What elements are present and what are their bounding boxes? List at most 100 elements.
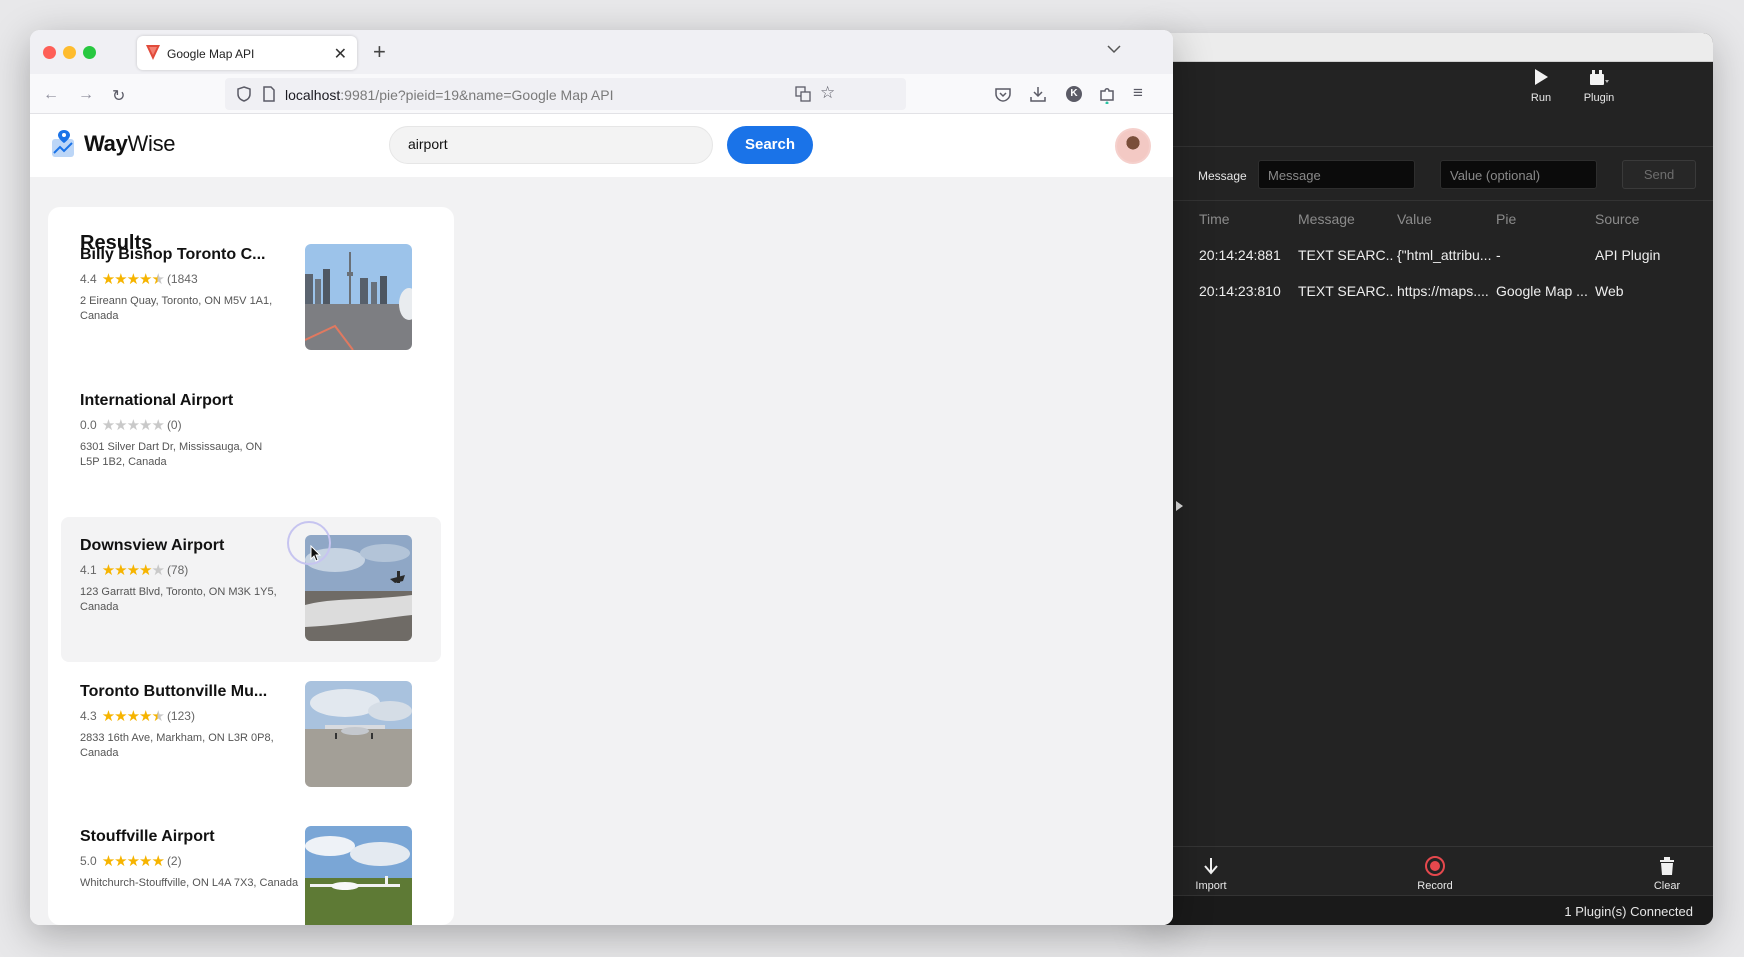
star-rating-icon: ★★★★★: [101, 853, 165, 870]
divider: [1150, 146, 1713, 147]
translate-icon[interactable]: [795, 86, 811, 102]
review-count: (1843: [166, 272, 198, 286]
message-row: Message Message Value (optional) Send: [1150, 160, 1713, 190]
cell-pie: -: [1496, 247, 1501, 263]
plugin-icon: [1569, 66, 1629, 88]
address-bar[interactable]: localhost:9981/pie?pieid=19&name=Google …: [225, 78, 906, 110]
waywise-logo[interactable]: WayWise: [50, 129, 176, 159]
extensions-puzzle-icon[interactable]: [1099, 86, 1115, 104]
result-card[interactable]: Toronto Buttonville Mu... 4.3 ★★★★★ (123…: [61, 663, 441, 808]
place-rating: 5.0 ★★★★★ (2): [80, 852, 182, 870]
back-icon[interactable]: ←: [43, 86, 59, 104]
cell-value: {"html_attribu...: [1397, 247, 1492, 263]
pocket-icon[interactable]: [995, 87, 1011, 102]
cell-message: TEXT SEARC...: [1298, 247, 1393, 263]
record-button[interactable]: Record: [1400, 855, 1470, 892]
grass-field-glider-image: [305, 826, 412, 925]
rating-value: 4.4: [80, 272, 97, 286]
tab-strip: Google Map API ✕ +: [30, 30, 1173, 74]
result-card[interactable]: Downsview Airport 4.1 ★★★★★ (78) 123 Gar…: [61, 517, 441, 662]
url-host: localhost: [285, 87, 341, 103]
brand-name: WayWise: [84, 131, 176, 157]
avatar[interactable]: [1115, 128, 1151, 164]
trash-icon: [1632, 855, 1702, 877]
cell-value: https://maps....: [1397, 283, 1489, 299]
page-header: WayWise airport Search: [30, 115, 1173, 177]
table-row[interactable]: 20:14:23:810 TEXT SEARC... https://maps.…: [1150, 283, 1713, 303]
send-button[interactable]: Send: [1622, 160, 1696, 189]
column-header-value: Value: [1397, 211, 1432, 227]
column-header-time: Time: [1199, 211, 1230, 227]
result-card[interactable]: Billy Bishop Toronto C... 4.4 ★★★★★ (184…: [61, 226, 441, 371]
cell-source: API Plugin: [1595, 247, 1661, 263]
place-photo[interactable]: [305, 681, 412, 787]
download-icon[interactable]: [1030, 86, 1046, 102]
place-name: Toronto Buttonville Mu...: [80, 683, 268, 700]
favicon-icon: [146, 45, 160, 60]
value-input[interactable]: Value (optional): [1440, 160, 1597, 189]
cell-source: Web: [1595, 283, 1624, 299]
import-arrow-icon: [1176, 855, 1246, 877]
place-rating: 4.1 ★★★★★ (78): [80, 561, 188, 579]
place-photo[interactable]: [305, 244, 412, 350]
place-name: International Airport: [80, 392, 234, 409]
close-window-icon[interactable]: [43, 46, 56, 59]
message-input[interactable]: Message: [1258, 160, 1415, 189]
place-photo[interactable]: [305, 826, 412, 925]
page-icon: [263, 86, 275, 102]
place-rating: 4.3 ★★★★★ (123): [80, 707, 195, 725]
review-count: (123): [166, 709, 195, 723]
record-label: Record: [1417, 880, 1453, 892]
search-input[interactable]: airport: [389, 126, 713, 164]
star-rating-icon: ★★★★★: [101, 562, 165, 579]
divider: [1150, 200, 1713, 201]
rating-value: 5.0: [80, 854, 97, 868]
clear-button[interactable]: Clear: [1632, 855, 1702, 892]
navigation-bar: ← → ↻ localhost:9981/pie?pieid=19&name=G…: [30, 74, 1173, 114]
plugin-label: Plugin: [1583, 92, 1615, 104]
forward-icon[interactable]: →: [78, 86, 94, 104]
place-name: Billy Bishop Toronto C...: [80, 246, 266, 263]
rating-value: 0.0: [80, 418, 97, 432]
minimize-window-icon[interactable]: [63, 46, 76, 59]
map-pin-logo-icon: [52, 130, 74, 157]
star-rating-icon: ★★★★★: [101, 708, 165, 725]
review-count: (2): [166, 854, 182, 868]
chevron-down-icon[interactable]: [1107, 44, 1121, 54]
expand-arrow-icon[interactable]: [1176, 501, 1183, 511]
table-row[interactable]: 20:14:24:881 TEXT SEARC... {"html_attrib…: [1150, 247, 1713, 267]
star-icon[interactable]: ☆: [820, 83, 835, 103]
browser-tab[interactable]: Google Map API ✕: [137, 36, 357, 70]
mouse-cursor-icon: [310, 545, 322, 562]
brand-rest: Wise: [127, 131, 176, 156]
tab-title: Google Map API: [167, 47, 255, 61]
search-button[interactable]: Search: [727, 126, 813, 164]
plugin-button[interactable]: Plugin: [1569, 66, 1629, 104]
play-icon: [1511, 66, 1571, 88]
place-address: 2833 16th Ave, Markham, ON L3R 0P8, Cana…: [80, 732, 274, 759]
place-address: 6301 Silver Dart Dr, Mississauga, ON L5P…: [80, 441, 263, 468]
reload-icon[interactable]: ↻: [112, 86, 125, 106]
import-button[interactable]: Import: [1176, 855, 1246, 892]
close-tab-icon[interactable]: ✕: [334, 44, 347, 64]
log-table-header: Time Message Value Pie Source: [1150, 211, 1713, 231]
star-rating-icon: ★★★★★: [101, 417, 165, 434]
rating-value: 4.1: [80, 563, 97, 577]
devtools-panel-window: Run Plugin Message Message Value (option…: [1150, 33, 1713, 925]
run-button[interactable]: Run: [1511, 66, 1571, 104]
menu-icon[interactable]: ≡: [1133, 83, 1143, 103]
cell-pie: Google Map ...: [1496, 283, 1588, 299]
extension-k-icon[interactable]: K: [1066, 86, 1082, 102]
status-bar: 1 Plugin(s) Connected: [1150, 895, 1713, 925]
place-address: Whitchurch-Stouffville, ON L4A 7X3, Cana…: [80, 877, 299, 889]
message-label: Message: [1198, 169, 1247, 183]
maximize-window-icon[interactable]: [83, 46, 96, 59]
place-name: Downsview Airport: [80, 537, 225, 554]
browser-window: Google Map API ✕ + ← → ↻ localhost:9981/…: [30, 30, 1173, 925]
cell-message: TEXT SEARC...: [1298, 283, 1393, 299]
panel-bottom-toolbar: Import Record Clear: [1150, 846, 1713, 895]
new-tab-icon[interactable]: +: [373, 39, 386, 65]
cell-time: 20:14:23:810: [1199, 283, 1281, 299]
result-card[interactable]: International Airport 0.0 ★★★★★ (0) 6301…: [61, 372, 441, 517]
result-card[interactable]: Stouffville Airport 5.0 ★★★★★ (2) Whitch…: [61, 808, 441, 925]
